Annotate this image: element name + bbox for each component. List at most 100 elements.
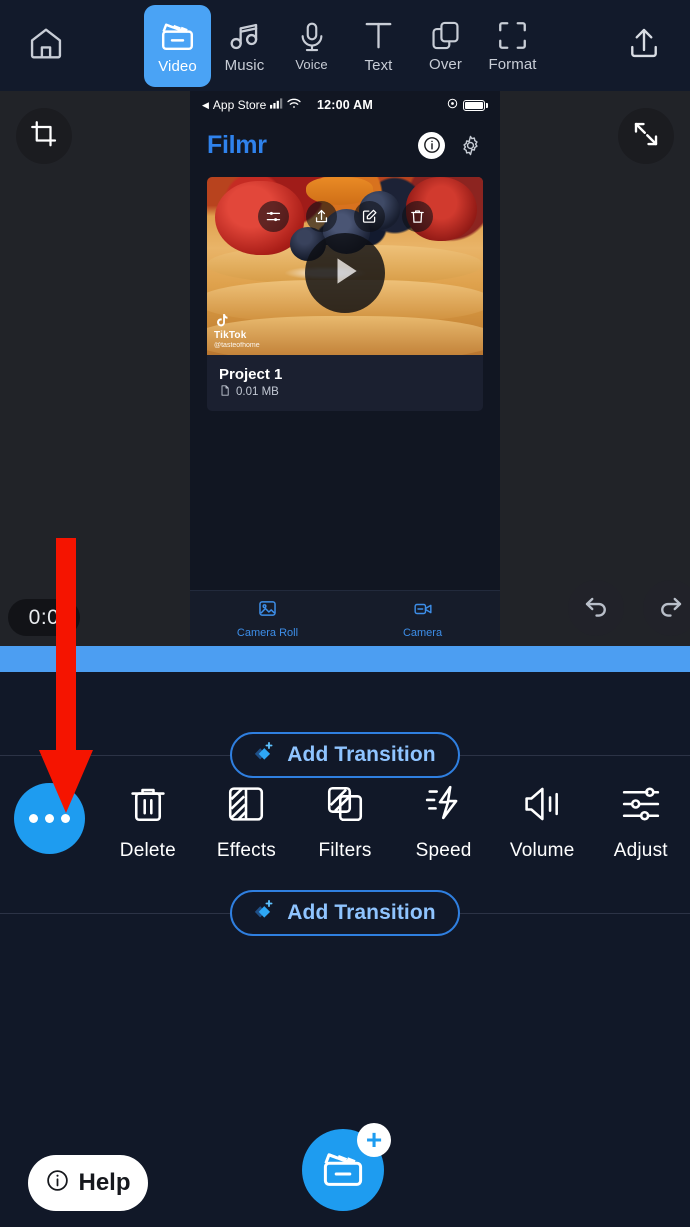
project-title: Project 1 <box>219 365 283 383</box>
tool-volume[interactable]: Volume <box>493 782 592 862</box>
carrier-label: App Store <box>212 98 267 112</box>
tool-delete[interactable]: Delete <box>99 782 198 862</box>
tab-music-label: Music <box>224 57 265 74</box>
edit-icon[interactable] <box>353 201 385 232</box>
volume-icon <box>520 782 564 831</box>
plus-badge-label: + <box>365 1124 383 1155</box>
export-button[interactable] <box>598 24 690 67</box>
playhead-time-badge: 0:0 <box>8 599 80 636</box>
play-button[interactable] <box>305 233 385 313</box>
effects-icon <box>224 782 268 831</box>
home-button[interactable] <box>0 24 92 67</box>
file-icon <box>219 384 231 402</box>
location-icon <box>447 98 458 112</box>
tab-voice-label: Voice <box>295 56 328 72</box>
tab-over[interactable]: Over <box>412 5 479 87</box>
speed-bolt-icon <box>422 782 466 831</box>
tool-speed[interactable]: Speed <box>394 782 493 862</box>
cellular-signal-icon <box>270 98 283 112</box>
help-button[interactable]: Help <box>28 1155 148 1211</box>
tab-format[interactable]: Format <box>479 5 546 87</box>
tiktok-watermark: TikTok @tasteofhome <box>214 313 260 350</box>
tool-delete-label: Delete <box>119 840 176 861</box>
tab-video-label: Video <box>158 58 197 75</box>
info-circle-icon <box>45 1168 70 1198</box>
format-frame-icon <box>495 18 530 53</box>
filters-icon <box>323 782 367 831</box>
clapperboard-icon <box>319 1144 367 1197</box>
expand-icon <box>631 119 661 154</box>
help-label: Help <box>78 1169 131 1196</box>
tab-text[interactable]: Text <box>345 5 412 87</box>
tab-format-label: Format <box>488 56 537 73</box>
tab-camera-roll-label: Camera Roll <box>236 627 299 639</box>
share-icon[interactable] <box>305 201 337 232</box>
tab-camera[interactable]: Camera <box>345 599 500 639</box>
tab-text-label: Text <box>364 57 393 74</box>
crop-icon <box>29 119 59 154</box>
gear-icon[interactable] <box>457 132 483 158</box>
adjust-icon[interactable] <box>257 201 289 232</box>
home-icon <box>27 24 65 67</box>
app-logo: Filmr <box>207 130 267 159</box>
mode-tabs: Video Music Voice Text Over Format <box>92 4 598 87</box>
tool-adjust-label: Adjust <box>613 840 668 861</box>
text-t-icon <box>360 17 397 54</box>
tab-voice[interactable]: Voice <box>278 5 345 87</box>
tool-filters[interactable]: Filters <box>296 782 395 862</box>
tab-video[interactable]: Video <box>144 4 211 87</box>
tool-effects[interactable]: Effects <box>197 782 296 862</box>
add-transition-top-button[interactable]: Add Transition <box>230 732 460 778</box>
fullscreen-button[interactable] <box>618 108 674 164</box>
more-dots-icon <box>13 783 85 854</box>
tool-row: Delete Effects Filters Speed Volume Adju… <box>0 782 690 862</box>
tool-adjust[interactable]: Adjust <box>591 782 690 862</box>
add-transition-top-label: Add Transition <box>287 743 436 766</box>
back-arrow-icon: ◀ <box>202 99 209 110</box>
phone-status-bar: ◀ App Store 12:00 AM <box>190 91 500 119</box>
phone-bottom-tabs: Camera Roll Camera <box>190 590 500 646</box>
redo-button[interactable] <box>643 580 690 636</box>
trash-icon[interactable] <box>401 201 433 232</box>
trash-icon <box>126 782 170 831</box>
tool-volume-label: Volume <box>509 840 575 861</box>
add-transition-top-row: Add Transition <box>0 732 690 778</box>
undo-button[interactable] <box>568 580 624 636</box>
play-icon <box>325 251 365 296</box>
timeline-track[interactable] <box>0 646 690 672</box>
tool-speed-label: Speed <box>415 840 472 861</box>
clapperboard-icon <box>158 16 197 55</box>
phone-app-bar: Filmr <box>190 119 500 171</box>
photo-icon <box>257 598 278 624</box>
wifi-icon <box>287 98 301 112</box>
redo-icon <box>656 591 686 626</box>
video-camera-icon <box>412 599 434 624</box>
add-transition-bottom-button[interactable]: Add Transition <box>230 890 460 936</box>
tool-filters-label: Filters <box>318 840 372 861</box>
music-note-icon <box>226 17 263 54</box>
tab-over-label: Over <box>429 56 462 73</box>
crop-button[interactable] <box>16 108 72 164</box>
sliders-icon <box>619 782 663 831</box>
tab-music[interactable]: Music <box>211 5 278 87</box>
tiktok-user: @tasteofhome <box>214 342 260 349</box>
top-toolbar: Video Music Voice Text Over Format <box>0 0 690 91</box>
info-icon[interactable] <box>418 131 445 159</box>
transition-diamond-icon <box>248 738 278 773</box>
microphone-icon <box>295 20 329 54</box>
add-transition-bottom-row: Add Transition <box>0 890 690 936</box>
tab-camera-roll[interactable]: Camera Roll <box>190 598 345 639</box>
status-time: 12:00 AM <box>316 98 374 112</box>
tab-camera-label: Camera <box>402 626 443 639</box>
upload-icon <box>625 24 663 67</box>
project-meta: Project 1 0.01 MB <box>207 355 483 411</box>
preview-stage: 0:0 ◀ App Store 12:00 AM Filmr TikTok @t… <box>0 91 690 646</box>
add-transition-bottom-label: Add Transition <box>287 901 436 924</box>
more-options-button[interactable] <box>0 782 99 854</box>
transition-diamond-icon <box>248 896 278 931</box>
tiktok-brand: TikTok <box>214 330 247 341</box>
thumbnail-action-bar <box>207 201 483 232</box>
phone-preview: ◀ App Store 12:00 AM Filmr TikTok @taste… <box>190 91 500 646</box>
add-badge-icon[interactable]: + <box>357 1123 391 1157</box>
battery-icon <box>463 99 488 111</box>
